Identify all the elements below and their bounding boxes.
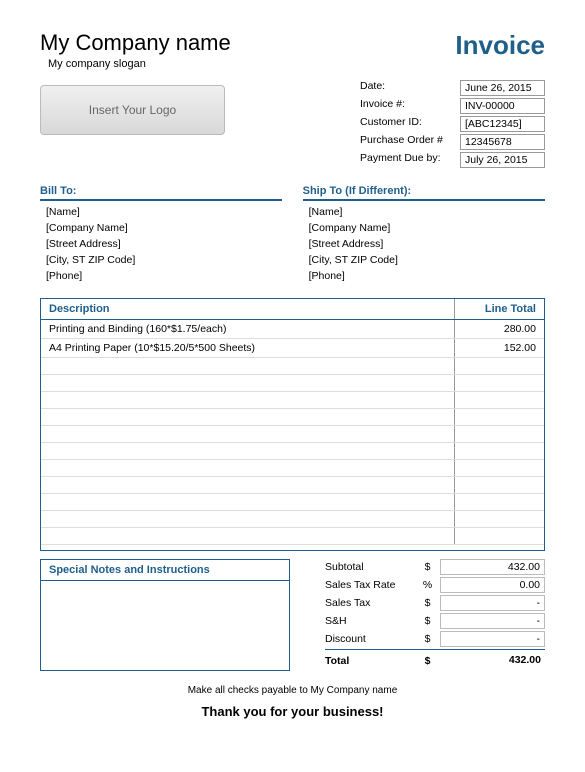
table-row[interactable] — [41, 511, 544, 528]
table-row[interactable] — [41, 443, 544, 460]
taxrate-value[interactable]: 0.00 — [440, 577, 545, 593]
invoice-meta: Date:June 26, 2015 Invoice #:INV-00000 C… — [360, 80, 545, 170]
item-total: 280.00 — [454, 320, 544, 338]
salestax-value: - — [440, 595, 545, 611]
item-description: A4 Printing Paper (10*$15.20/5*500 Sheet… — [41, 339, 454, 357]
dollar-sign: $ — [415, 597, 440, 609]
company-name: My Company name — [40, 30, 231, 56]
invoice-number-label: Invoice #: — [360, 98, 460, 114]
notes-title: Special Notes and Instructions — [41, 560, 289, 581]
table-row[interactable] — [41, 528, 544, 545]
subtotal-value: 432.00 — [440, 559, 545, 575]
subtotal-label: Subtotal — [325, 561, 415, 573]
table-row[interactable] — [41, 392, 544, 409]
discount-label: Discount — [325, 633, 415, 645]
ship-city[interactable]: [City, ST ZIP Code] — [309, 254, 545, 266]
bill-street[interactable]: [Street Address] — [46, 238, 282, 250]
table-row[interactable] — [41, 494, 544, 511]
bill-to-section: Bill To: [Name] [Company Name] [Street A… — [40, 185, 282, 286]
dollar-sign: $ — [415, 615, 440, 627]
totals-section: Subtotal$432.00 Sales Tax Rate%0.00 Sale… — [325, 559, 545, 671]
ship-to-title: Ship To (If Different): — [303, 185, 545, 201]
thank-you: Thank you for your business! — [40, 704, 545, 719]
table-row[interactable]: Printing and Binding (160*$1.75/each)280… — [41, 320, 544, 339]
total-label: Total — [325, 655, 415, 667]
notes-body[interactable] — [41, 581, 289, 666]
customer-id-label: Customer ID: — [360, 116, 460, 132]
dollar-sign: $ — [415, 655, 440, 667]
line-items-table: Description Line Total Printing and Bind… — [40, 298, 545, 551]
po-field[interactable]: 12345678 — [460, 134, 545, 150]
ship-street[interactable]: [Street Address] — [309, 238, 545, 250]
customer-id-field[interactable]: [ABC12345] — [460, 116, 545, 132]
logo-placeholder[interactable]: Insert Your Logo — [40, 85, 225, 135]
discount-value[interactable]: - — [440, 631, 545, 647]
dollar-sign: $ — [415, 561, 440, 573]
bill-city[interactable]: [City, ST ZIP Code] — [46, 254, 282, 266]
sh-label: S&H — [325, 615, 415, 627]
ship-to-section: Ship To (If Different): [Name] [Company … — [303, 185, 545, 286]
table-row[interactable] — [41, 477, 544, 494]
table-row[interactable] — [41, 409, 544, 426]
payment-due-field[interactable]: July 26, 2015 — [460, 152, 545, 168]
ship-phone[interactable]: [Phone] — [309, 270, 545, 282]
bill-name[interactable]: [Name] — [46, 206, 282, 218]
table-row[interactable]: A4 Printing Paper (10*$15.20/5*500 Sheet… — [41, 339, 544, 358]
bill-to-title: Bill To: — [40, 185, 282, 201]
po-label: Purchase Order # — [360, 134, 460, 150]
bill-company[interactable]: [Company Name] — [46, 222, 282, 234]
ship-name[interactable]: [Name] — [309, 206, 545, 218]
table-row[interactable] — [41, 358, 544, 375]
salestax-label: Sales Tax — [325, 597, 415, 609]
total-value: 432.00 — [440, 653, 545, 669]
sh-value[interactable]: - — [440, 613, 545, 629]
payment-due-label: Payment Due by: — [360, 152, 460, 168]
ship-company[interactable]: [Company Name] — [309, 222, 545, 234]
invoice-number-field[interactable]: INV-00000 — [460, 98, 545, 114]
special-notes: Special Notes and Instructions — [40, 559, 290, 671]
invoice-title: Invoice — [455, 30, 545, 61]
date-field[interactable]: June 26, 2015 — [460, 80, 545, 96]
description-header: Description — [41, 299, 454, 319]
company-slogan: My company slogan — [48, 58, 231, 70]
percent-sign: % — [415, 579, 440, 591]
dollar-sign: $ — [415, 633, 440, 645]
taxrate-label: Sales Tax Rate — [325, 579, 415, 591]
table-row[interactable] — [41, 426, 544, 443]
item-description: Printing and Binding (160*$1.75/each) — [41, 320, 454, 338]
table-row[interactable] — [41, 460, 544, 477]
table-row[interactable] — [41, 375, 544, 392]
bill-phone[interactable]: [Phone] — [46, 270, 282, 282]
line-total-header: Line Total — [454, 299, 544, 319]
payable-note: Make all checks payable to My Company na… — [40, 685, 545, 696]
item-total: 152.00 — [454, 339, 544, 357]
date-label: Date: — [360, 80, 460, 96]
